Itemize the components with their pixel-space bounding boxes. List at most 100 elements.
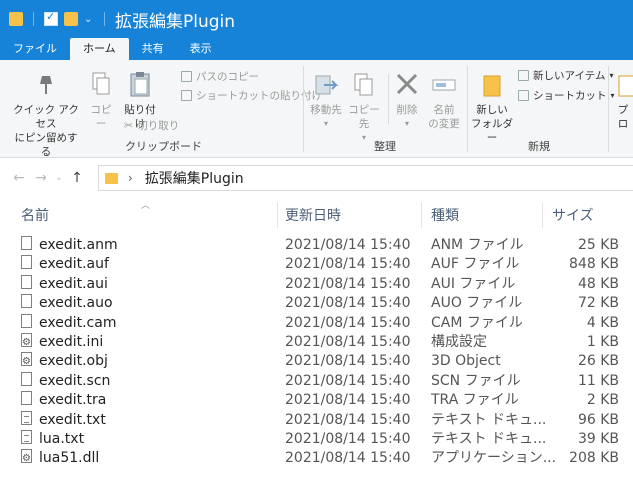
file-size: 26 KB [577, 353, 619, 370]
back-arrow-icon[interactable]: ← [8, 170, 30, 186]
folder-icon[interactable] [9, 12, 23, 26]
file-size: 39 KB [577, 430, 619, 447]
file-list: exedit.anm 2021/08/14 15:40 ANM ファイル 25 … [0, 236, 633, 469]
chevron-down-icon: ▾ [404, 119, 409, 128]
pin-quick-access-button[interactable]: クイック アクセス にピン留めする [10, 70, 82, 159]
column-divider[interactable] [421, 202, 422, 228]
file-name: exedit.cam [39, 314, 117, 331]
new-group-label: 新規 [528, 140, 550, 153]
chevron-down-icon[interactable]: ⌄ [52, 173, 66, 183]
file-type: ANM ファイル [431, 237, 524, 253]
file-row[interactable]: lua.txt 2021/08/14 15:40 テキスト ドキュ... 39 … [0, 429, 633, 449]
group-divider [608, 66, 609, 152]
properties-icon [618, 75, 633, 97]
rename-icon [432, 79, 456, 91]
file-icon [21, 294, 32, 309]
copy-path-button[interactable]: パスのコピー [181, 69, 259, 84]
object-file-icon [21, 352, 32, 371]
copy-label: コピー [90, 104, 112, 130]
ribbon: クイック アクセス にピン留めする コピー 貼り付け パスのコピー ショートカッ… [0, 60, 633, 158]
properties-button[interactable]: プロ [613, 70, 633, 131]
copy-to-icon [354, 73, 373, 96]
file-row[interactable]: exedit.obj 2021/08/14 15:40 3D Object 26… [0, 352, 633, 371]
copy-path-icon [181, 71, 192, 82]
text-file-icon [21, 410, 32, 425]
file-row[interactable]: exedit.ini 2021/08/14 15:40 構成設定 1 KB [0, 332, 633, 352]
cut-button[interactable]: ✂ 切り取り [124, 118, 179, 133]
easy-access-button[interactable]: ショートカット ▾ [518, 88, 615, 103]
paste-shortcut-icon [181, 90, 192, 101]
breadcrumb-current-folder[interactable]: 拡張編集Plugin [145, 168, 244, 188]
column-header-name[interactable]: 名前 [21, 205, 49, 225]
new-folder-icon[interactable] [64, 12, 78, 26]
new-folder-label-line2: フォルダー [471, 118, 513, 144]
column-headers: ︿ 名前 更新日時 種類 サイズ [0, 198, 633, 232]
file-type: AUO ファイル [431, 295, 523, 312]
file-row[interactable]: exedit.auo 2021/08/14 15:40 AUO ファイル 72 … [0, 294, 633, 313]
close-icon [396, 73, 418, 95]
tab-home[interactable]: ホーム [70, 38, 129, 60]
tab-view[interactable]: 表示 [177, 38, 225, 60]
new-folder-button[interactable]: 新しい フォルダー [471, 70, 513, 145]
rename-label-line2: の変更 [428, 118, 460, 130]
up-arrow-icon[interactable]: ↑ [66, 170, 88, 186]
file-row[interactable]: exedit.scn 2021/08/14 15:40 SCN ファイル 11 … [0, 371, 633, 391]
column-header-date[interactable]: 更新日時 [285, 205, 341, 225]
forward-arrow-icon[interactable]: → [30, 170, 52, 186]
move-to-button[interactable]: 移動先 ▾ [307, 70, 345, 131]
file-row[interactable]: exedit.cam 2021/08/14 15:40 CAM ファイル 4 K… [0, 313, 633, 333]
paste-shortcut-button[interactable]: ショートカットの貼り付け [181, 88, 322, 103]
file-size: 1 KB [586, 333, 619, 350]
file-row[interactable]: exedit.tra 2021/08/14 15:40 TRA ファイル 2 K… [0, 391, 633, 410]
file-type: CAM ファイル [431, 314, 523, 331]
column-header-type[interactable]: 種類 [431, 205, 459, 225]
folder-icon [105, 172, 118, 184]
folder-icon [483, 75, 501, 97]
tab-share[interactable]: 共有 [129, 38, 177, 60]
toolbar-divider [33, 12, 34, 26]
file-row[interactable]: exedit.anm 2021/08/14 15:40 ANM ファイル 25 … [0, 236, 633, 255]
file-name: exedit.scn [39, 372, 111, 389]
file-date: 2021/08/14 15:40 [285, 237, 411, 253]
file-size: 2 KB [586, 392, 619, 409]
file-date: 2021/08/14 15:40 [285, 314, 411, 331]
column-divider[interactable] [277, 202, 278, 228]
title-bar: ⌄ 拡張編集Plugin [0, 0, 633, 38]
copy-button[interactable]: コピー [86, 70, 116, 131]
file-name: exedit.aui [39, 275, 108, 292]
pin-label-line2: にピン留めする [14, 132, 78, 158]
file-type: TRA ファイル [431, 392, 519, 409]
file-row[interactable]: exedit.aui 2021/08/14 15:40 AUI ファイル 48 … [0, 274, 633, 294]
quick-access-toolbar: ⌄ [9, 10, 109, 26]
file-size: 4 KB [586, 314, 619, 331]
tab-file[interactable]: ファイル [0, 38, 70, 60]
dll-file-icon [21, 449, 32, 468]
file-row[interactable]: lua51.dll 2021/08/14 15:40 アプリケーション... 2… [0, 449, 633, 468]
pin-label-line1: クイック アクセス [13, 104, 79, 130]
file-name: exedit.auf [39, 256, 109, 273]
properties-check-icon[interactable] [44, 10, 58, 26]
file-row[interactable]: exedit.txt 2021/08/14 15:40 テキスト ドキュ... … [0, 410, 633, 430]
file-date: 2021/08/14 15:40 [285, 275, 411, 292]
copy-to-button[interactable]: コピー先 ▾ [345, 70, 383, 145]
new-item-button[interactable]: 新しいアイテム ▾ [518, 68, 613, 83]
file-row[interactable]: exedit.auf 2021/08/14 15:40 AUF ファイル 848… [0, 255, 633, 274]
rename-button[interactable]: 名前 の変更 [425, 70, 463, 131]
file-name: exedit.anm [39, 237, 118, 253]
cut-label: 切り取り [137, 120, 180, 132]
file-date: 2021/08/14 15:40 [285, 411, 411, 428]
column-header-size[interactable]: サイズ [552, 205, 594, 225]
copy-icon [92, 72, 110, 95]
shortcut-icon [518, 90, 529, 101]
file-name: exedit.txt [39, 411, 106, 428]
file-size: 96 KB [577, 411, 619, 428]
toolbar-divider [104, 12, 105, 26]
properties-label: プロ [617, 104, 629, 130]
column-divider[interactable] [542, 202, 543, 228]
address-bar[interactable]: › 拡張編集Plugin [98, 165, 633, 191]
delete-button[interactable]: 削除 ▾ [392, 70, 422, 131]
chevron-down-icon[interactable]: ⌄ [84, 14, 94, 25]
file-date: 2021/08/14 15:40 [285, 295, 411, 312]
file-name: exedit.tra [39, 392, 107, 409]
chevron-right-icon[interactable]: › [128, 171, 133, 185]
